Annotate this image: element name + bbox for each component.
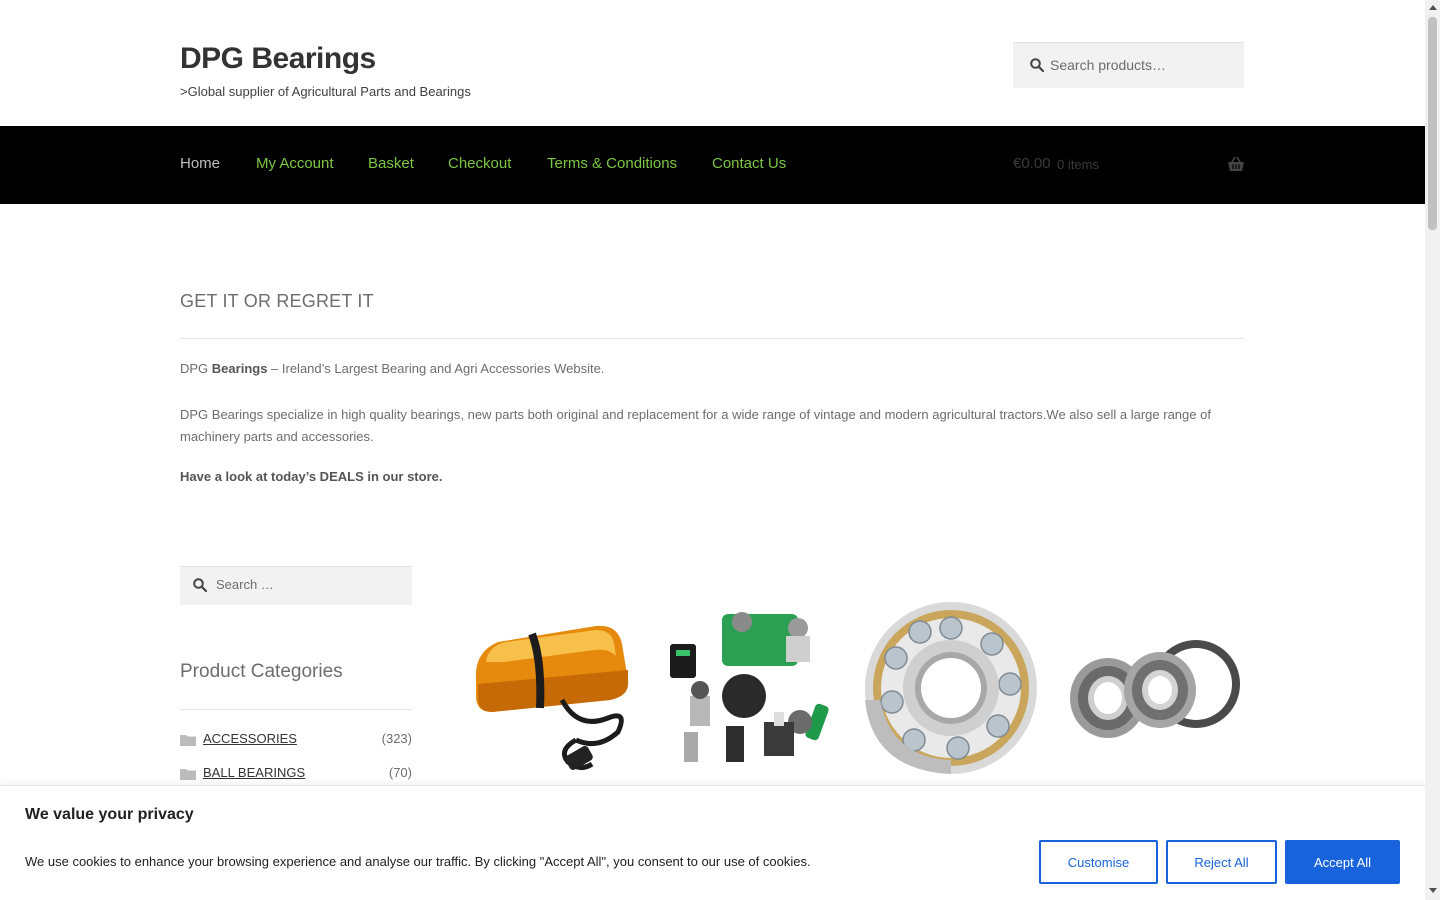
cookie-title: We value your privacy [25, 806, 194, 823]
cart-count[interactable]: 0 items [1057, 157, 1099, 172]
primary-navigation: Home My Account Basket Checkout Terms & … [0, 126, 1425, 204]
folder-icon [180, 733, 196, 751]
heading-divider [180, 338, 1244, 339]
angular-contact-ball-bearing-icon [865, 602, 1037, 774]
nav-basket[interactable]: Basket [368, 155, 414, 172]
site-title[interactable]: DPG Bearings [180, 42, 376, 76]
deals-paragraph: Have a look at today’s DEALS in our stor… [180, 469, 443, 484]
sidebar-search-placeholder: Search … [216, 577, 274, 592]
category-item: ACCESSORIES (323) [180, 730, 412, 750]
nav-contact-us[interactable]: Contact Us [712, 155, 786, 172]
category-count: (323) [381, 731, 412, 746]
scroll-up-arrow-icon[interactable] [1429, 5, 1437, 10]
site-tagline: >Global supplier of Agricultural Parts a… [180, 84, 471, 99]
nav-my-account[interactable]: My Account [256, 155, 334, 172]
folder-icon [180, 767, 196, 785]
reject-all-button[interactable]: Reject All [1166, 840, 1277, 884]
category-count: (70) [388, 765, 412, 780]
categories-divider [180, 709, 412, 710]
product-image-angular-bearing[interactable] [862, 600, 1040, 785]
scrollbar-thumb[interactable] [1428, 17, 1437, 230]
sidebar-search-input[interactable]: Search … [180, 566, 412, 605]
intro-bold: Bearings [211, 361, 268, 376]
scroll-down-arrow-icon[interactable] [1429, 888, 1437, 893]
taper-bearings-with-seal-icon [1070, 640, 1240, 738]
cookie-text: We use cookies to enhance your browsing … [25, 854, 811, 869]
intro-prefix: DPG [180, 361, 212, 376]
search-icon [193, 578, 208, 597]
product-image-taper-bearings[interactable] [1066, 600, 1244, 785]
page: DPG Bearings >Global supplier of Agricul… [0, 0, 1425, 900]
customise-button[interactable]: Customise [1039, 840, 1158, 884]
category-link-accessories[interactable]: ACCESSORIES [203, 731, 297, 746]
accept-all-button[interactable]: Accept All [1285, 840, 1400, 884]
basket-icon[interactable] [1227, 156, 1245, 177]
category-link-ball-bearings[interactable]: BALL BEARINGS [203, 765, 305, 780]
page-heading: GET IT OR REGRET IT [180, 291, 374, 311]
intro-paragraph: DPG Bearings – Ireland’s Largest Bearing… [180, 361, 604, 376]
intro-suffix: – Ireland’s Largest Bearing and Agri Acc… [267, 361, 605, 376]
amber-beacon-light-icon [475, 625, 629, 770]
cart-total[interactable]: €0.00 [1013, 155, 1051, 172]
category-item: BALL BEARINGS (70) [180, 764, 412, 784]
product-search-input[interactable]: Search products… [1013, 42, 1244, 88]
product-categories-title: Product Categories [180, 661, 343, 682]
search-placeholder: Search products… [1050, 57, 1166, 73]
page-scrollbar[interactable] [1425, 0, 1440, 900]
switches-assortment-icon [670, 612, 829, 762]
product-image-switches[interactable] [660, 600, 838, 785]
product-image-beacon[interactable] [458, 600, 636, 785]
description-paragraph: DPG Bearings specialize in high quality … [180, 407, 1211, 444]
search-icon [1030, 58, 1045, 77]
nav-terms-conditions[interactable]: Terms & Conditions [547, 155, 677, 172]
nav-checkout[interactable]: Checkout [448, 155, 511, 172]
nav-home[interactable]: Home [180, 155, 220, 172]
cookie-consent-banner: We value your privacy We use cookies to … [0, 785, 1425, 900]
